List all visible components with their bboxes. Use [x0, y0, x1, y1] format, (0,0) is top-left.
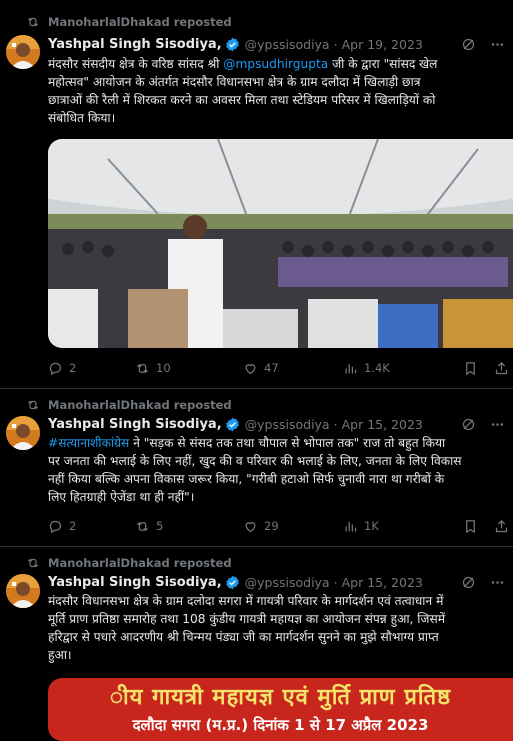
repost-count: 5	[156, 519, 164, 533]
timeline-feed: ManoharlalDhakad reposted Yashpal Singh …	[0, 0, 513, 741]
reply-button[interactable]: 2	[48, 361, 135, 376]
tweet-date[interactable]: Apr 15, 2023	[342, 417, 423, 432]
grok-icon[interactable]	[461, 417, 476, 432]
banner-subline: दलौदा सगरा (म.प्र.) दिनांक 1 से 17 अप्रै…	[132, 716, 429, 734]
repost-count: 10	[156, 361, 171, 375]
repost-icon	[27, 400, 39, 410]
text-line: छात्राओं की रैली में शिरकत करने का अवसर …	[48, 93, 436, 107]
tweet-date[interactable]: Apr 19, 2023	[342, 37, 423, 52]
more-icon[interactable]	[490, 417, 505, 432]
repost-icon	[27, 558, 39, 568]
banner-headline: ीय गायत्री महायज्ञ एवं मुर्ति प्राण प्रत…	[109, 685, 452, 710]
reply-icon	[49, 520, 62, 533]
separator-dot: ·	[333, 574, 338, 590]
text-line: नहीं किया बल्कि अपना विकास जरूर किया, "ग…	[48, 472, 445, 486]
text-line: लिए हितग्राही ऐजेंडा था ही नहीं"।	[48, 490, 195, 504]
more-icon[interactable]	[490, 37, 505, 52]
repost-button[interactable]: 5	[135, 519, 243, 534]
text-line: मंदसौर विधानसभा क्षेत्र के ग्राम दलोदा स…	[48, 594, 444, 608]
like-count: 29	[264, 519, 279, 533]
text-line: #सत्यानाशीकांग्रेस ने "सड़क से संसद तक त…	[48, 436, 446, 450]
views-icon	[345, 363, 357, 373]
repost-button[interactable]: 10	[135, 361, 243, 376]
tweet-date[interactable]: Apr 15, 2023	[342, 575, 423, 590]
reply-button[interactable]: 2	[48, 519, 135, 534]
views-count: 1K	[364, 519, 379, 533]
avatar[interactable]	[6, 574, 40, 608]
repost-indicator[interactable]: ManoharlalDhakad reposted	[26, 14, 232, 30]
more-icon[interactable]	[490, 575, 505, 590]
grok-icon[interactable]	[461, 575, 476, 590]
repost-label: ManoharlalDhakad reposted	[48, 556, 232, 570]
author-handle[interactable]: @ypssisodiya	[245, 575, 330, 590]
text-line: मंदसौर संसदीय क्षेत्र के वरिष्ठ सांसद श्…	[48, 57, 438, 71]
separator-dot: ·	[333, 36, 338, 52]
tweet-text: मंदसौर विधानसभा क्षेत्र के ग्राम दलोदा स…	[48, 592, 505, 664]
verified-badge-icon	[225, 575, 239, 589]
bookmark-icon[interactable]	[463, 519, 478, 534]
like-button[interactable]: 29	[243, 519, 343, 534]
text-line: महोत्सव" आयोजन के अंतर्गत मंदसौर विधानसभ…	[48, 75, 421, 89]
avatar-image	[6, 416, 40, 450]
like-icon	[245, 363, 256, 374]
tweet-text: मंदसौर संसदीय क्षेत्र के वरिष्ठ सांसद श्…	[48, 55, 505, 127]
like-icon	[245, 521, 256, 532]
avatar[interactable]	[6, 416, 40, 450]
share-icon[interactable]	[494, 361, 509, 376]
repost-label: ManoharlalDhakad reposted	[48, 15, 232, 29]
verified-badge-icon	[225, 417, 239, 431]
repost-indicator[interactable]: ManoharlalDhakad reposted	[26, 555, 232, 571]
reply-count: 2	[69, 361, 77, 375]
author-name[interactable]: Yashpal Singh Sisodiya,	[48, 575, 222, 590]
separator-dot: ·	[333, 416, 338, 432]
repost-icon	[137, 521, 148, 531]
author-name[interactable]: Yashpal Singh Sisodiya,	[48, 417, 222, 432]
reply-icon	[49, 362, 62, 375]
author-handle[interactable]: @ypssisodiya	[245, 417, 330, 432]
author-handle[interactable]: @ypssisodiya	[245, 37, 330, 52]
views-count: 1.4K	[364, 361, 390, 375]
avatar[interactable]	[6, 35, 40, 69]
event-photo	[48, 139, 513, 348]
repost-label: ManoharlalDhakad reposted	[48, 398, 232, 412]
bookmark-icon[interactable]	[463, 361, 478, 376]
views-button[interactable]: 1K	[343, 519, 447, 534]
tweet-photo[interactable]	[48, 139, 513, 348]
like-count: 47	[264, 361, 279, 375]
repost-indicator[interactable]: ManoharlalDhakad reposted	[26, 397, 232, 413]
text-line: हरिद्वार से पधारे आदरणीय श्री चिन्मय पंड…	[48, 630, 439, 644]
repost-icon	[27, 17, 39, 27]
share-icon[interactable]	[494, 519, 509, 534]
reply-count: 2	[69, 519, 77, 533]
views-icon	[345, 521, 357, 531]
views-button[interactable]: 1.4K	[343, 361, 447, 376]
text-line: संबोधित किया।	[48, 111, 116, 125]
tweet[interactable]: ManoharlalDhakad reposted Yashpal Singh …	[0, 0, 513, 389]
grok-icon[interactable]	[461, 37, 476, 52]
verified-badge-icon	[225, 37, 239, 51]
author-name[interactable]: Yashpal Singh Sisodiya,	[48, 37, 222, 52]
hashtag-link[interactable]: #सत्यानाशीकांग्रेस	[48, 436, 129, 450]
avatar-image	[6, 35, 40, 69]
tweet-text: #सत्यानाशीकांग्रेस ने "सड़क से संसद तक त…	[48, 434, 505, 506]
like-button[interactable]: 47	[243, 361, 343, 376]
tweet[interactable]: ManoharlalDhakad reposted Yashpal Singh …	[0, 389, 513, 547]
text-line: मूर्ति प्राण प्रतिष्ठा समारोह तथा 108 कु…	[48, 612, 445, 626]
text-line: पर जनता की भलाई के लिए नहीं, खुद की व पर…	[48, 454, 462, 468]
tweet[interactable]: ManoharlalDhakad reposted Yashpal Singh …	[0, 547, 513, 741]
mention-link[interactable]: @mpsudhirgupta	[223, 57, 328, 71]
avatar-image	[6, 574, 40, 608]
tweet-photo[interactable]: ीय गायत्री महायज्ञ एवं मुर्ति प्राण प्रत…	[48, 678, 513, 741]
text-line: हुआ।	[48, 648, 72, 662]
repost-icon	[137, 363, 148, 373]
